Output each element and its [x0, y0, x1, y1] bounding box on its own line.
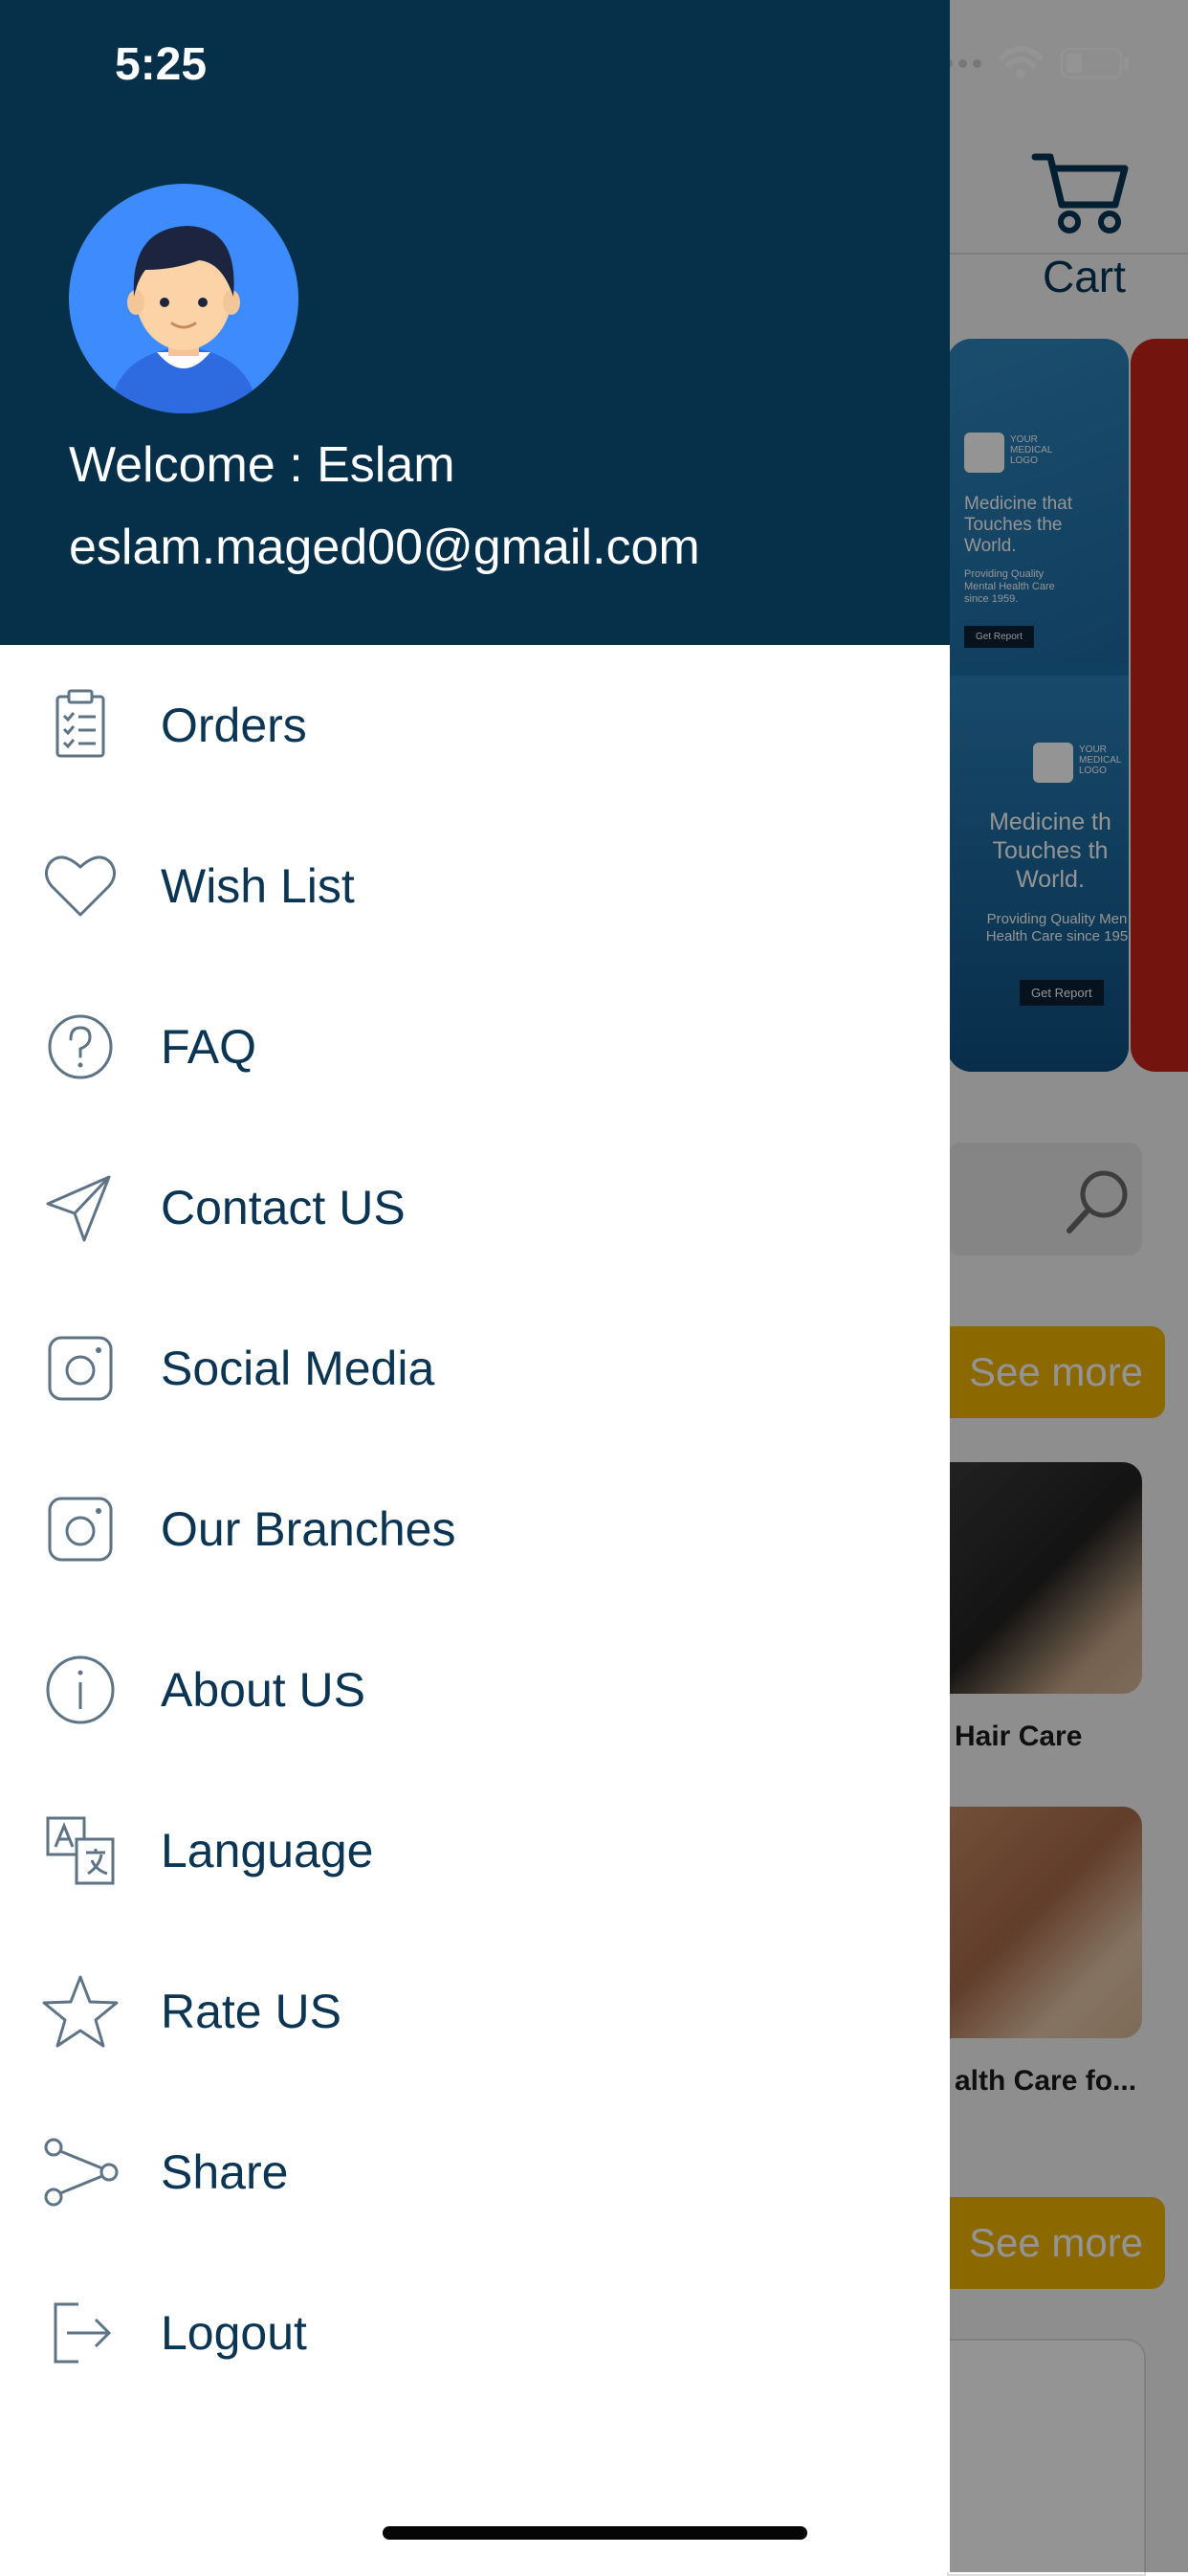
menu-item-label: Logout	[161, 2306, 307, 2360]
menu-item-social-media[interactable]: Social Media	[0, 1288, 950, 1449]
home-indicator[interactable]	[383, 2526, 807, 2540]
menu-item-orders[interactable]: Orders	[0, 645, 950, 806]
menu-item-label: Orders	[161, 699, 307, 752]
avatar[interactable]	[69, 184, 298, 413]
menu-item-label: Wish List	[161, 859, 355, 913]
menu-item-about-us[interactable]: About US	[0, 1610, 950, 1770]
heart-icon	[45, 855, 116, 917]
question-circle-icon	[48, 1014, 113, 1079]
menu-item-logout[interactable]: Logout	[0, 2253, 950, 2413]
menu-item-contact-us[interactable]: Contact US	[0, 1127, 950, 1288]
menu-item-rate-us[interactable]: Rate US	[0, 1931, 950, 2092]
translate-icon	[46, 1816, 115, 1885]
menu-item-label: FAQ	[161, 1020, 257, 1074]
menu-item-label: Share	[161, 2145, 289, 2199]
drawer-header: 5:25 Welcome : Eslam eslam.maged00@gmail…	[0, 0, 950, 645]
menu-item-label: Contact US	[161, 1181, 406, 1234]
clipboard-icon	[55, 689, 105, 758]
menu-item-label: Social Media	[161, 1342, 435, 1395]
welcome-text: Welcome : Eslam	[69, 437, 455, 493]
info-circle-icon	[46, 1655, 115, 1724]
menu-item-label: Rate US	[161, 1985, 341, 2038]
menu-item-share[interactable]: Share	[0, 2092, 950, 2253]
side-drawer: 5:25 Welcome : Eslam eslam.maged00@gmail…	[0, 0, 950, 2572]
paper-plane-icon	[46, 1175, 111, 1242]
menu-item-our-branches[interactable]: Our Branches	[0, 1449, 950, 1610]
menu-item-label: About US	[161, 1663, 366, 1717]
menu-item-language[interactable]: Language	[0, 1770, 950, 1931]
menu-item-label: Our Branches	[161, 1502, 456, 1556]
status-time: 5:25	[115, 39, 208, 90]
user-email: eslam.maged00@gmail.com	[69, 520, 700, 575]
logout-icon	[54, 2302, 112, 2364]
menu-item-wish-list[interactable]: Wish List	[0, 806, 950, 966]
instagram-icon	[48, 1336, 113, 1401]
menu-item-faq[interactable]: FAQ	[0, 966, 950, 1127]
menu-item-label: Language	[161, 1824, 374, 1877]
share-icon	[44, 2138, 119, 2207]
star-icon	[42, 1975, 119, 2048]
instagram-icon	[48, 1497, 113, 1562]
